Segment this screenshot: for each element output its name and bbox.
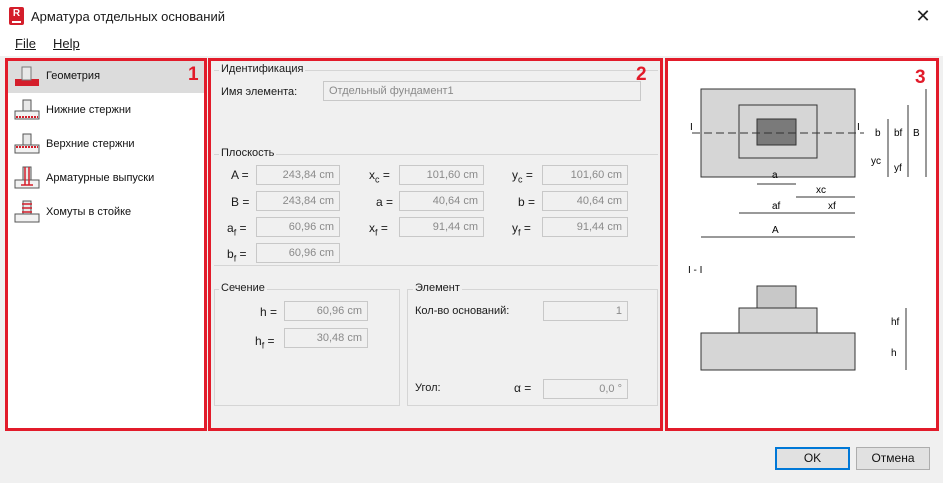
annotation-number-1: 1	[188, 64, 199, 85]
window-title: Арматура отдельных оснований	[31, 9, 225, 24]
menu-file-label: File	[15, 36, 36, 51]
revit-app-icon: R	[9, 7, 24, 25]
close-icon[interactable]: ✕	[911, 4, 935, 28]
annotation-number-2: 2	[636, 64, 647, 85]
menu-help[interactable]: Help	[53, 36, 80, 51]
cancel-button[interactable]: Отмена	[856, 447, 930, 470]
menu-bar: File Help	[0, 32, 943, 56]
annotation-number-3: 3	[915, 67, 926, 88]
annotation-frame-3	[665, 58, 939, 431]
menu-help-label: Help	[53, 36, 80, 51]
ok-button[interactable]: OK	[775, 447, 850, 470]
title-bar: R Арматура отдельных оснований ✕	[0, 0, 943, 32]
annotation-frame-1	[5, 58, 207, 431]
app-icon-letter: R	[12, 8, 21, 19]
menu-file[interactable]: File	[15, 36, 36, 51]
annotation-frame-2	[208, 58, 663, 431]
